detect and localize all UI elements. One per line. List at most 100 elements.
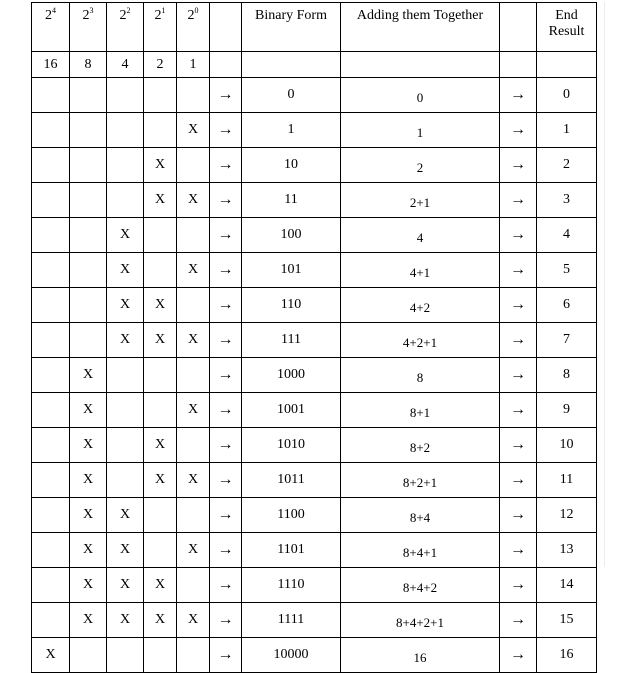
bit-mark-cell xyxy=(143,392,177,428)
bit-mark-cell xyxy=(143,77,177,113)
bit-mark-cell xyxy=(106,147,144,183)
place-value: 2 xyxy=(143,51,177,78)
table-row: X → 10 2 → 2 xyxy=(31,147,597,183)
bit-mark-cell xyxy=(106,112,144,148)
sum-cell: 4+2+1 xyxy=(340,322,500,358)
end-result-cell: 14 xyxy=(536,567,597,603)
bit-mark-cell xyxy=(176,287,210,323)
end-result-cell: 13 xyxy=(536,532,597,568)
bit-mark-cell xyxy=(69,77,107,113)
arrow-icon: → xyxy=(209,567,242,603)
arrow-icon: → xyxy=(499,252,537,288)
sum-cell: 1 xyxy=(340,112,500,148)
end-result-cell: 16 xyxy=(536,637,597,673)
arrow-icon: → xyxy=(209,322,242,358)
bit-mark-cell xyxy=(106,182,144,218)
end-result-cell: 0 xyxy=(536,77,597,113)
bit-mark-cell xyxy=(31,567,70,603)
bit-mark-cell: X xyxy=(31,637,70,673)
binary-conversion-table: 24 23 22 21 20 Binary Form Adding them T… xyxy=(31,2,597,673)
bit-mark-cell: X xyxy=(143,567,177,603)
table-row: X X X → 1011 8+2+1 → 11 xyxy=(31,462,597,498)
bit-mark-cell xyxy=(106,427,144,463)
binary-form-cell: 10 xyxy=(241,147,341,183)
binary-form-cell: 1011 xyxy=(241,462,341,498)
table-row: X X X → 111 4+2+1 → 7 xyxy=(31,322,597,358)
binary-form-cell: 1000 xyxy=(241,357,341,393)
arrow-icon: → xyxy=(209,112,242,148)
table-row: X X → 11 2+1 → 3 xyxy=(31,182,597,218)
place-value: 1 xyxy=(176,51,210,78)
bit-mark-cell: X xyxy=(106,532,144,568)
header-power-4: 24 xyxy=(31,2,70,52)
bit-mark-cell xyxy=(31,217,70,253)
sum-cell: 8+4+2 xyxy=(340,567,500,603)
bit-mark-cell xyxy=(143,637,177,673)
bit-mark-cell xyxy=(143,252,177,288)
bit-mark-cell: X xyxy=(143,427,177,463)
arrow-icon: → xyxy=(209,637,242,673)
bit-mark-cell: X xyxy=(176,252,210,288)
bit-mark-cell xyxy=(31,112,70,148)
bit-mark-cell xyxy=(143,497,177,533)
bit-mark-cell: X xyxy=(176,532,210,568)
arrow-icon: → xyxy=(499,357,537,393)
bit-mark-cell: X xyxy=(176,392,210,428)
bit-mark-cell xyxy=(143,532,177,568)
bit-mark-cell xyxy=(31,497,70,533)
arrow-icon: → xyxy=(209,497,242,533)
binary-form-cell: 0 xyxy=(241,77,341,113)
bit-mark-cell xyxy=(176,567,210,603)
end-result-cell: 10 xyxy=(536,427,597,463)
bit-mark-cell xyxy=(69,252,107,288)
bit-mark-cell: X xyxy=(143,322,177,358)
bit-mark-cell xyxy=(176,357,210,393)
end-result-cell: 15 xyxy=(536,602,597,638)
header-row: 24 23 22 21 20 Binary Form Adding them T… xyxy=(31,2,597,52)
bit-mark-cell: X xyxy=(176,462,210,498)
sum-cell: 8+1 xyxy=(340,392,500,428)
table-row: X X X X → 1111 8+4+2+1 → 15 xyxy=(31,602,597,638)
arrow-icon: → xyxy=(499,287,537,323)
arrow-icon: → xyxy=(209,182,242,218)
bit-mark-cell: X xyxy=(69,602,107,638)
bit-mark-cell: X xyxy=(176,182,210,218)
arrow-icon: → xyxy=(209,147,242,183)
sum-cell: 8+4+2+1 xyxy=(340,602,500,638)
bit-mark-cell: X xyxy=(143,602,177,638)
bit-mark-cell: X xyxy=(106,602,144,638)
bit-mark-cell xyxy=(106,77,144,113)
header-power-0: 20 xyxy=(176,2,210,52)
bit-mark-cell xyxy=(69,637,107,673)
bit-mark-cell xyxy=(143,112,177,148)
blank-cell xyxy=(499,51,537,78)
bit-mark-cell: X xyxy=(176,602,210,638)
sum-cell: 2 xyxy=(340,147,500,183)
bit-mark-cell xyxy=(31,532,70,568)
bit-mark-cell: X xyxy=(176,112,210,148)
table-body: 24 23 22 21 20 Binary Form Adding them T… xyxy=(31,2,597,673)
header-end-result: End Result xyxy=(536,2,597,52)
bit-mark-cell xyxy=(31,77,70,113)
arrow-icon: → xyxy=(499,427,537,463)
end-result-cell: 4 xyxy=(536,217,597,253)
place-value: 16 xyxy=(31,51,70,78)
bit-mark-cell: X xyxy=(143,462,177,498)
binary-form-cell: 1 xyxy=(241,112,341,148)
bit-mark-cell xyxy=(69,287,107,323)
bit-mark-cell: X xyxy=(143,147,177,183)
end-result-cell: 5 xyxy=(536,252,597,288)
binary-form-cell: 11 xyxy=(241,182,341,218)
end-result-cell: 6 xyxy=(536,287,597,323)
blank-cell xyxy=(340,51,500,78)
bit-mark-cell xyxy=(69,147,107,183)
bit-mark-cell xyxy=(69,217,107,253)
sum-cell: 8+4+1 xyxy=(340,532,500,568)
end-result-cell: 8 xyxy=(536,357,597,393)
end-result-cell: 12 xyxy=(536,497,597,533)
arrow-icon: → xyxy=(209,532,242,568)
table-row: X → 10000 16 → 16 xyxy=(31,637,597,673)
sum-cell: 8+4 xyxy=(340,497,500,533)
end-result-cell: 11 xyxy=(536,462,597,498)
table-row: X X → 1100 8+4 → 12 xyxy=(31,497,597,533)
